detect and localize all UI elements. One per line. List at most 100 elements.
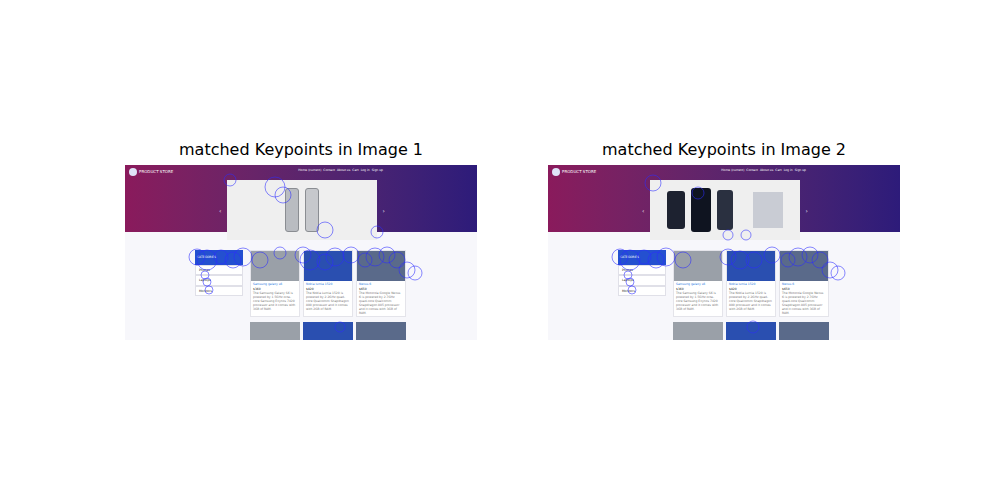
keypoint-circle [399,262,415,278]
keypoints-overlay [125,165,477,340]
screenshot: PRODUCT STORE Home (current)ContactAbout … [125,165,477,340]
category-item[interactable]: Laptops [618,275,666,286]
keypoint-circle [628,286,636,294]
keypoint-circle [224,174,236,186]
category-item[interactable]: Phones [195,265,243,276]
brand[interactable]: PRODUCT STORE [562,169,596,175]
keypoint-circle [720,249,736,265]
figure: matched Keypoints in Image 1 PRODUCT STOR… [0,0,1000,500]
product-image [251,251,299,281]
keypoint-circle [343,247,359,263]
keypoint-circle [645,175,661,191]
category-item[interactable]: Monitors [618,286,666,297]
nav-link[interactable]: Contact [746,168,758,173]
keypoint-circle [326,248,344,266]
product-image [674,251,722,281]
nav-link[interactable]: Log in [361,168,370,173]
product-image [727,251,775,281]
keypoint-circle [300,250,320,270]
brand[interactable]: PRODUCT STORE [139,169,173,175]
keypoint-circle [747,321,759,333]
keypoint-circle [648,252,664,268]
nav-link[interactable]: Sign up [795,168,806,173]
keypoint-circle [265,177,285,197]
keypoint-circle [317,222,333,238]
keypoint-circle [831,266,845,280]
keypoint-circle [620,250,640,270]
keypoint-circle [408,266,422,280]
keypoint-circle [637,250,651,264]
keypoint-circle [612,249,628,265]
product-image [356,322,406,340]
keypoint-circle [295,247,311,263]
subplot-title: matched Keypoints in Image 2 [548,140,900,160]
keypoint-circle [731,251,749,269]
keypoint-circle [692,187,704,199]
nav-link[interactable]: Cart [352,168,358,173]
carousel-prev[interactable]: ‹ [642,206,644,215]
product-image [250,322,300,340]
keypoint-circle [781,253,795,267]
keypoint-circle [201,271,209,279]
keypoint-circle [746,252,762,268]
categories: CATEGORIESPhonesLaptopsMonitors [195,250,243,340]
carousel-next[interactable]: › [383,206,385,215]
keypoint-circle [214,250,228,264]
categories: CATEGORIESPhonesLaptopsMonitors [618,250,666,340]
product-card[interactable]: Nokia lumia 1520$820The Nokia Lumia 1520… [726,250,776,317]
keypoint-circle [203,278,211,286]
keypoint-circle [371,226,383,238]
keypoint-circle [802,247,818,263]
subplot: matched Keypoints in Image 1 PRODUCT STOR… [125,140,477,500]
product-image [779,322,829,340]
keypoint-circle [723,230,733,240]
keypoint-circle [366,248,384,266]
keypoint-circle [657,248,675,266]
keypoint-circle [274,247,286,259]
carousel-prev[interactable]: ‹ [219,206,221,215]
keypoint-circle [624,271,632,279]
keypoint-circle [389,252,405,268]
product-image [304,251,352,281]
nav-link[interactable]: Sign up [372,168,383,173]
keypoint-circle [205,286,213,294]
product-card[interactable]: Nexus 6$650The Motorola Google Nexus 6 i… [356,250,406,317]
product-card[interactable]: Nexus 6$650The Motorola Google Nexus 6 i… [779,250,829,317]
product-image [303,322,353,340]
category-item[interactable]: Monitors [195,286,243,297]
product-image [780,251,828,281]
carousel-next[interactable]: › [806,206,808,215]
product-image [726,322,776,340]
nav-link[interactable]: Contact [323,168,335,173]
keypoint-circle [626,278,634,286]
product-image [357,251,405,281]
keypoint-circle [789,248,807,266]
keypoint-circle [812,252,828,268]
category-item[interactable]: Phones [618,265,666,276]
keypoint-circle [189,249,205,265]
subplot-title: matched Keypoints in Image 1 [125,140,477,160]
nav-link[interactable]: Cart [775,168,781,173]
keypoint-circle [317,254,333,270]
product-card[interactable]: Samsung galaxy s6$360The Samsung Galaxy … [673,250,723,317]
product-card[interactable]: Samsung galaxy s6$360The Samsung Galaxy … [250,250,300,317]
keypoint-circle [335,322,345,332]
screenshot: PRODUCT STORE Home (current)ContactAbout … [548,165,900,340]
nav-link[interactable]: Log in [784,168,793,173]
subplot: matched Keypoints in Image 2 PRODUCT STOR… [548,140,900,500]
nav-link[interactable]: About us [760,168,773,173]
logo-icon [129,168,137,176]
nav-link[interactable]: Home (current) [298,168,321,173]
carousel-image [227,180,377,240]
keypoint-circle [252,252,268,268]
keypoint-circle [225,252,241,268]
keypoint-circle [358,253,372,267]
product-image [673,322,723,340]
keypoint-circle [764,247,780,263]
keypoint-circle [234,248,252,266]
category-item[interactable]: Laptops [195,275,243,286]
product-card[interactable]: Nokia lumia 1520$820The Nokia Lumia 1520… [303,250,353,317]
nav-link[interactable]: Home (current) [721,168,744,173]
keypoint-circle [822,262,838,278]
nav-link[interactable]: About us [337,168,350,173]
